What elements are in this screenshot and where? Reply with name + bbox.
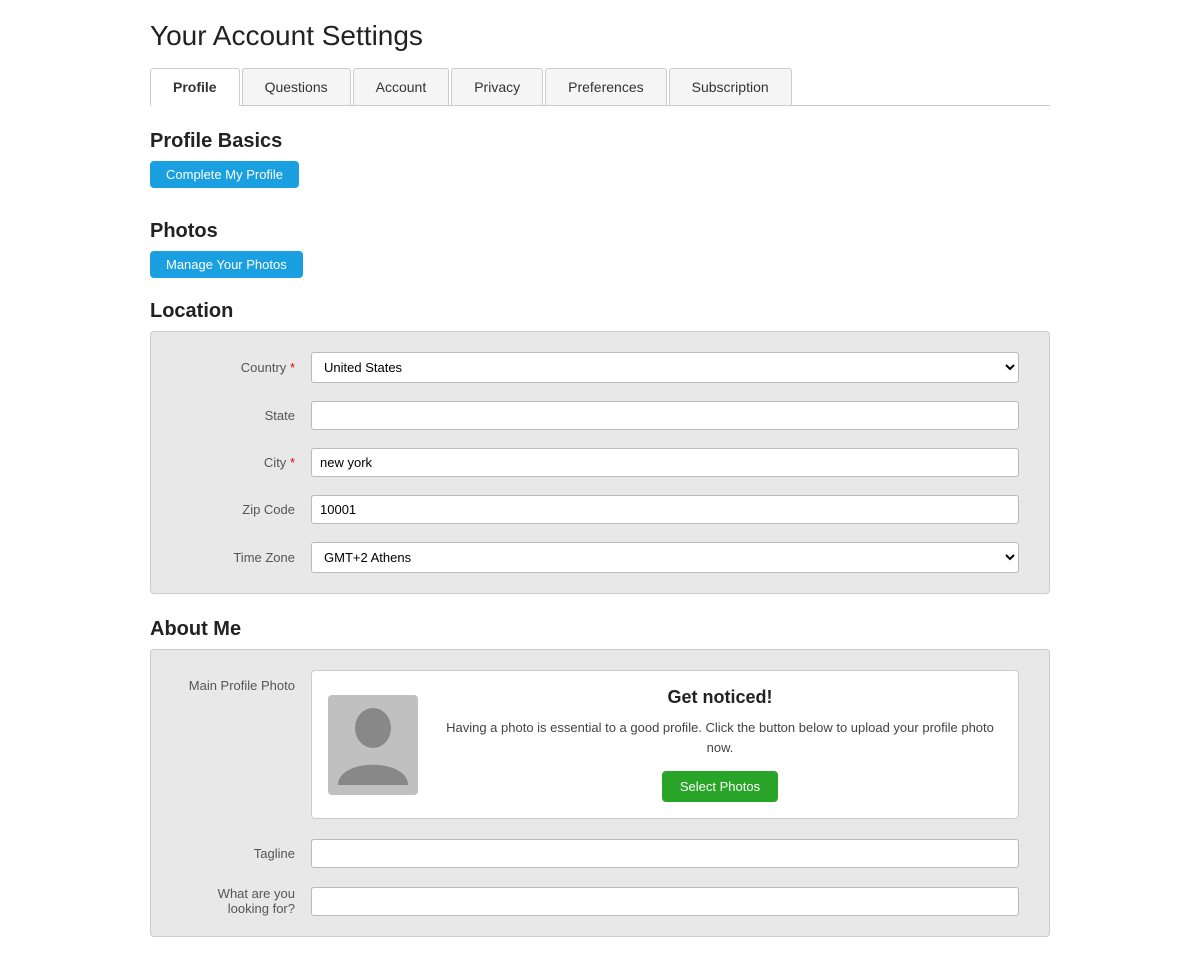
photos-section: Photos Manage Your Photos	[150, 220, 1050, 294]
country-row: Country * United States Canada United Ki…	[181, 352, 1019, 383]
state-label: State	[181, 408, 311, 423]
photos-title: Photos	[150, 220, 1050, 243]
tagline-row: Tagline	[181, 839, 1019, 868]
person-silhouette-icon	[333, 700, 413, 790]
zip-row: Zip Code	[181, 495, 1019, 524]
tab-privacy[interactable]: Privacy	[451, 68, 543, 105]
main-photo-label: Main Profile Photo	[181, 670, 311, 693]
tab-account[interactable]: Account	[353, 68, 450, 105]
tab-profile[interactable]: Profile	[150, 68, 240, 106]
tab-preferences[interactable]: Preferences	[545, 68, 666, 105]
city-input[interactable]	[311, 448, 1019, 477]
location-form-panel: Country * United States Canada United Ki…	[150, 331, 1050, 594]
complete-profile-button[interactable]: Complete My Profile	[150, 161, 299, 188]
city-required: *	[290, 455, 295, 470]
state-row: State	[181, 401, 1019, 430]
country-required: *	[290, 360, 295, 375]
zip-label: Zip Code	[181, 502, 311, 517]
location-section: Location Country * United States Canada …	[150, 300, 1050, 594]
about-me-title: About Me	[150, 618, 1050, 641]
page-title: Your Account Settings	[150, 20, 1050, 52]
looking-for-input[interactable]	[311, 887, 1019, 916]
timezone-label: Time Zone	[181, 550, 311, 565]
tabs-container: Profile Questions Account Privacy Prefer…	[150, 68, 1050, 106]
photo-box: Get noticed! Having a photo is essential…	[311, 670, 1019, 819]
about-me-panel: Main Profile Photo Get noticed! Having a…	[150, 649, 1050, 937]
photo-notice: Get noticed! Having a photo is essential…	[438, 687, 1002, 802]
about-me-section: About Me Main Profile Photo Get noticed!	[150, 618, 1050, 937]
zip-input[interactable]	[311, 495, 1019, 524]
main-photo-row: Main Profile Photo Get noticed! Having a…	[181, 670, 1019, 819]
timezone-row: Time Zone GMT-12 GMT-11 GMT-10 GMT-9 GMT…	[181, 542, 1019, 573]
tagline-label: Tagline	[181, 846, 311, 861]
photo-notice-text: Having a photo is essential to a good pr…	[438, 718, 1002, 757]
location-title: Location	[150, 300, 1050, 323]
city-row: City *	[181, 448, 1019, 477]
state-input[interactable]	[311, 401, 1019, 430]
looking-for-label: What are you looking for?	[181, 886, 311, 916]
tab-questions[interactable]: Questions	[242, 68, 351, 105]
manage-photos-button[interactable]: Manage Your Photos	[150, 251, 303, 278]
looking-for-row: What are you looking for?	[181, 886, 1019, 916]
avatar-placeholder	[328, 695, 418, 795]
city-label: City *	[181, 455, 311, 470]
country-label: Country *	[181, 360, 311, 375]
timezone-select[interactable]: GMT-12 GMT-11 GMT-10 GMT-9 GMT-8 Pacific…	[311, 542, 1019, 573]
select-photos-button[interactable]: Select Photos	[662, 771, 778, 802]
profile-basics-section: Profile Basics Complete My Profile	[150, 130, 1050, 204]
profile-basics-title: Profile Basics	[150, 130, 1050, 153]
photo-notice-title: Get noticed!	[438, 687, 1002, 708]
country-select[interactable]: United States Canada United Kingdom Aust…	[311, 352, 1019, 383]
tab-subscription[interactable]: Subscription	[669, 68, 792, 105]
tagline-input[interactable]	[311, 839, 1019, 868]
